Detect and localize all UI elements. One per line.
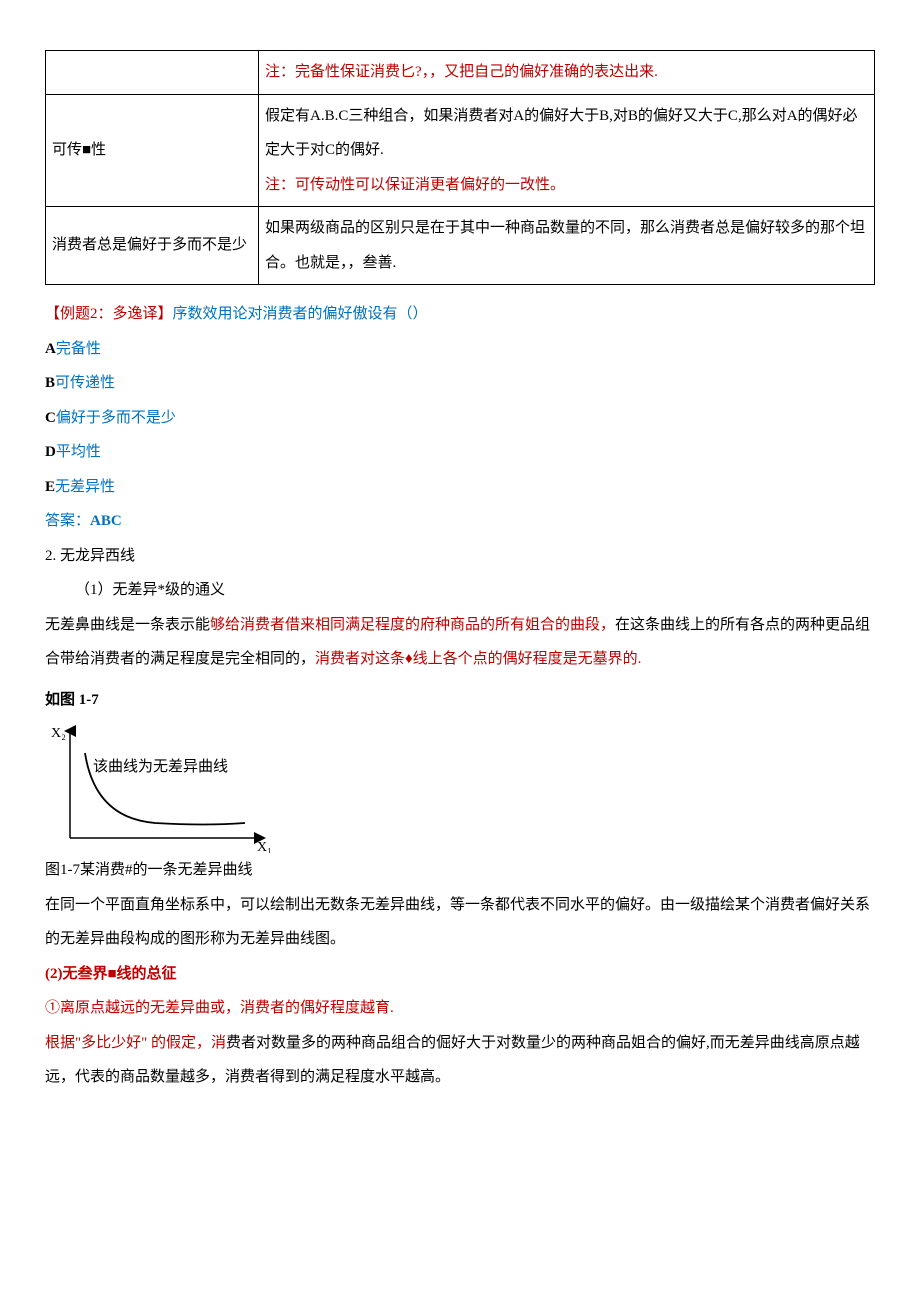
section-2-1-title: （1）无差异*级的通义 [45,573,875,608]
transitivity-desc: 假定有A.B.C三种组合，如果消费者对A的偏好大于B,对B的偏好又大于C,那么对… [265,99,868,168]
table-cell-more-is-better-body: 如果两级商品的区别只是在于其中一种商品数量的不同，那么消费者总是偏好较多的那个坦… [259,207,875,285]
question-stem: 序数效用论对消费者的偏好傲设有（） [173,306,428,322]
option-b: B可传递性 [45,366,875,401]
note-prefix: 注： [265,177,295,193]
table-cell-completeness-note: 注：完备性保证消费匕?，，又把自己的偏好准确的表达出来. [259,51,875,95]
figure-caption: 图1-7某消费#的一条无差异曲线 [45,853,875,888]
option-c: C偏好于多而不是少 [45,401,875,436]
answer-line: 答案：ABC [45,504,875,539]
option-d: D平均性 [45,435,875,470]
axis-x-label: X₁ [257,840,272,853]
property-1-explain: 根据"多比少好" 的假定，消费者对数量多的两种商品组合的倔好大于对数量少的两种商… [45,1026,875,1095]
indifference-map-desc: 在同一个平面直角坐标系中，可以绘制出无数条无差异曲线，等一条都代表不同水平的偏好… [45,888,875,957]
section-2-title: 2. 无龙异西线 [45,539,875,574]
axis-y-label: X₂ [51,726,66,741]
example-question: 【例题2：多逸译】序数效用论对消费者的偏好傲设有（） [45,297,875,332]
section-2-2-title: (2)无叁界■线的总征 [45,957,875,992]
note-text: 保证消费匕?，，又把自己的偏好准确的表达出来. [340,64,658,80]
property-1: ①离原点越远的无差异曲或，消费者的偶好程度越育. [45,991,875,1026]
indifference-curve-def: 无差鼻曲线是一条表示能够给消费者借来相同满足程度的府种商品的所有姐合的曲段，在这… [45,608,875,677]
option-a: A完备性 [45,332,875,367]
note-prefix: 注：完备性 [265,64,340,80]
indifference-curve-svg: X₂ X₁ 该曲线为无差异曲线 [45,723,275,853]
indifference-curve-diagram: X₂ X₁ 该曲线为无差异曲线 [45,723,875,853]
figure-label: 如图 1-7 [45,683,875,718]
table-cell-transitivity-label: 可传■性 [46,94,259,207]
table-cell-transitivity-body: 假定有A.B.C三种组合，如果消费者对A的偏好大于B,对B的偏好又大于C,那么对… [259,94,875,207]
table-cell-empty [46,51,259,95]
note-text: 可传动性可以保证消更者偏好的一改性。 [295,177,565,193]
question-tag: 【例题2：多逸译】 [45,306,173,322]
option-e: E无差异性 [45,470,875,505]
curve-annotation: 该曲线为无差异曲线 [93,758,228,775]
preference-axioms-table: 注：完备性保证消费匕?，，又把自己的偏好准确的表达出来. 可传■性 假定有A.B… [45,50,875,285]
table-cell-more-is-better-label: 消费者总是偏好于多而不是少 [46,207,259,285]
